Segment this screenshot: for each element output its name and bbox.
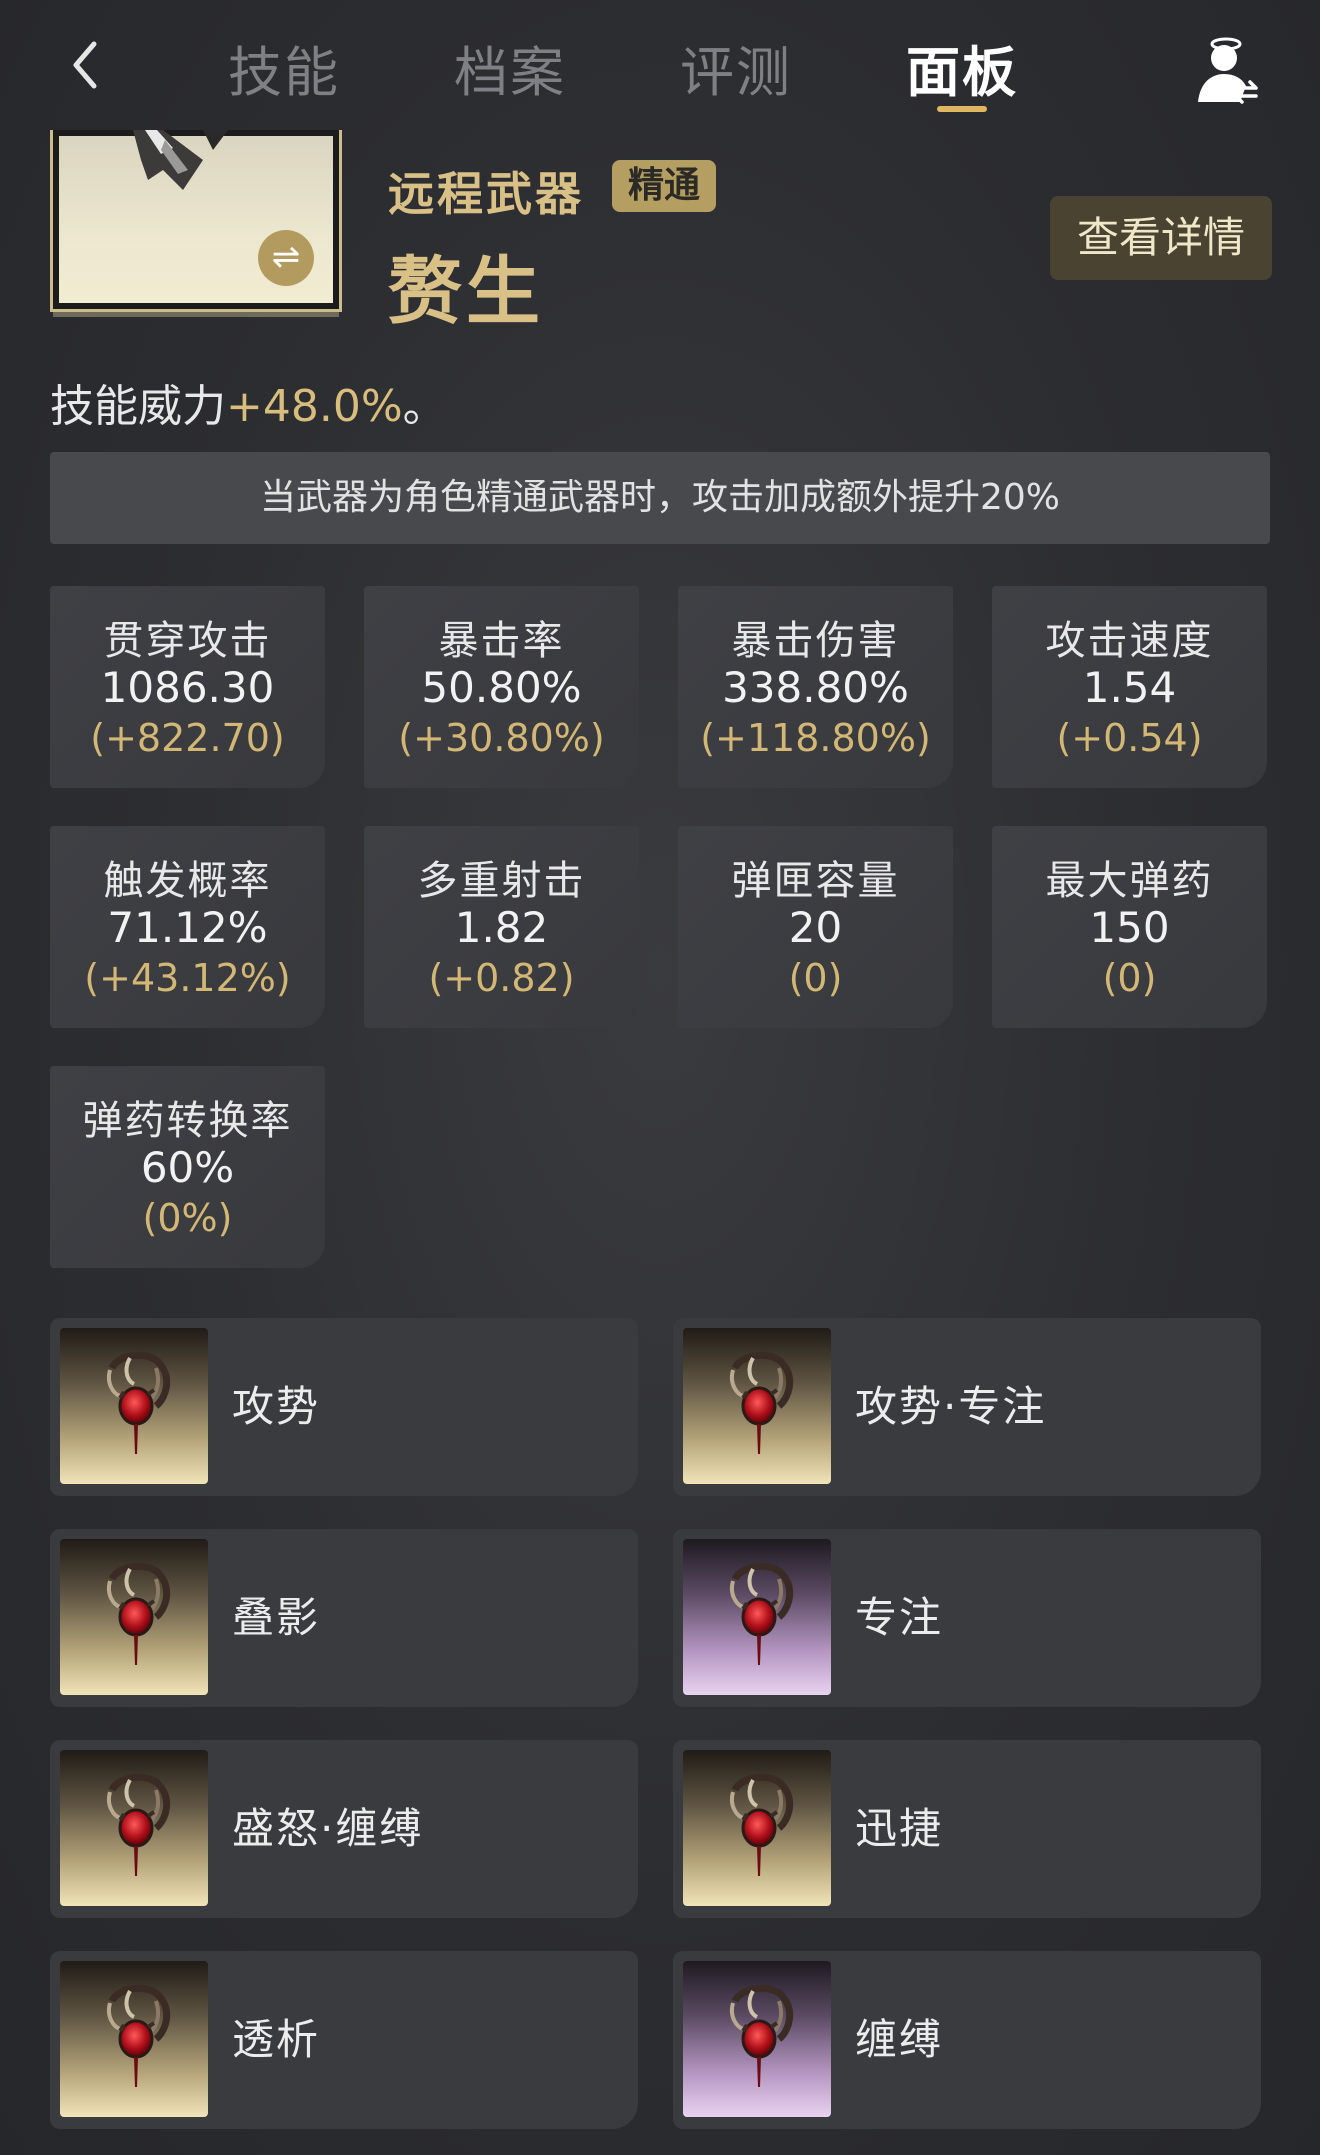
mod-item[interactable]: 攻势: [50, 1318, 638, 1496]
stat-value: 1.54: [1082, 663, 1177, 712]
mod-name: 叠影: [232, 1593, 321, 1642]
stat-value: 60%: [140, 1143, 235, 1192]
stat-value: 150: [1089, 903, 1170, 952]
stat-value: 50.80%: [421, 663, 582, 712]
mod-name: 盛怒·缠缚: [232, 1804, 424, 1853]
stat-bonus: (+0.54): [1056, 716, 1203, 760]
mod-name: 透析: [232, 2015, 321, 2064]
mod-item[interactable]: 专注: [673, 1529, 1261, 1707]
stat-label: 暴击率: [438, 618, 565, 664]
stat-label: 触发概率: [103, 858, 272, 904]
mod-item[interactable]: 盛怒·缠缚: [50, 1740, 638, 1918]
mod-name: 攻势: [232, 1382, 321, 1431]
mod-gem-icon: [60, 1750, 208, 1906]
weapon-type: 远程武器: [388, 167, 584, 221]
stat-bonus: (0): [788, 956, 843, 1000]
stat-bonus: (0): [1102, 956, 1157, 1000]
stat-card: 触发概率 71.12% (+43.12%): [50, 826, 325, 1028]
stat-bonus: (+30.80%): [398, 716, 605, 760]
swap-weapon-icon[interactable]: ⇌: [258, 230, 314, 286]
stat-bonus: (+0.82): [428, 956, 575, 1000]
stat-card: 多重射击 1.82 (+0.82): [364, 826, 639, 1028]
switch-character-button[interactable]: [1190, 30, 1262, 110]
stat-label: 多重射击: [417, 858, 586, 904]
skill-power-value: +48.0%: [226, 381, 403, 432]
mod-gem-icon: [683, 1961, 831, 2117]
mod-item[interactable]: 缠缚: [673, 1951, 1261, 2129]
tab-archive[interactable]: 档案: [454, 28, 566, 107]
mod-item[interactable]: 叠影: [50, 1529, 638, 1707]
mod-gem-icon: [683, 1750, 831, 1906]
skill-power-text: 技能威力+48.0%。: [50, 370, 447, 434]
stat-label: 攻击速度: [1045, 618, 1214, 664]
stat-bonus: (+43.12%): [84, 956, 291, 1000]
stat-value: 1086.30: [100, 663, 275, 712]
tab-skills[interactable]: 技能: [228, 28, 340, 107]
skill-power-label: 技能威力: [50, 381, 226, 432]
mod-name: 迅捷: [855, 1804, 944, 1853]
mod-name: 缠缚: [855, 2015, 944, 2064]
mod-gem-icon: [60, 1328, 208, 1484]
mastery-badge: 精通: [612, 160, 717, 212]
stat-card: 弹药转换率 60% (0%): [50, 1066, 325, 1268]
stat-label: 弹药转换率: [82, 1098, 293, 1144]
mod-name: 专注: [855, 1593, 944, 1642]
stat-label: 暴击伤害: [731, 618, 900, 664]
tab-review[interactable]: 评测: [680, 28, 792, 107]
active-tab-indicator: [937, 106, 987, 112]
stat-card: 最大弹药 150 (0): [992, 826, 1267, 1028]
weapon-image: [50, 130, 342, 312]
user-switch-icon: [1198, 37, 1258, 104]
stat-card: 暴击伤害 338.80% (+118.80%): [678, 586, 953, 788]
weapon-art-icon: [133, 130, 228, 190]
view-details-button[interactable]: 查看详情: [1050, 196, 1272, 280]
stat-bonus: (+118.80%): [700, 716, 931, 760]
mod-item[interactable]: 迅捷: [673, 1740, 1261, 1918]
chevron-left-icon: [73, 41, 97, 89]
mod-name: 攻势·专注: [855, 1382, 1047, 1431]
mod-gem-icon: [60, 1539, 208, 1695]
top-nav: 技能 档案 评测 面板: [0, 0, 1320, 135]
stat-card: 弹匣容量 20 (0): [678, 826, 953, 1028]
mod-gem-icon: [683, 1328, 831, 1484]
back-button[interactable]: [60, 30, 110, 100]
weapon-card[interactable]: ⇌: [50, 130, 342, 320]
skill-power-suffix: 。: [402, 381, 447, 432]
mod-gem-icon: [683, 1539, 831, 1695]
stat-label: 最大弹药: [1045, 858, 1214, 904]
mod-item[interactable]: 透析: [50, 1951, 638, 2129]
stat-value: 1.82: [454, 903, 549, 952]
stat-value: 338.80%: [722, 663, 909, 712]
mod-gem-icon: [60, 1961, 208, 2117]
stat-bonus: (+822.70): [90, 716, 285, 760]
stat-value: 20: [788, 903, 843, 952]
stat-card: 攻击速度 1.54 (+0.54): [992, 586, 1267, 788]
stat-card: 暴击率 50.80% (+30.80%): [364, 586, 639, 788]
stat-bonus: (0%): [142, 1196, 233, 1240]
tab-panel[interactable]: 面板: [906, 28, 1018, 107]
mastery-notice: 当武器为角色精通武器时，攻击加成额外提升20%: [50, 452, 1270, 544]
stat-label: 弹匣容量: [731, 858, 900, 904]
stat-card: 贯穿攻击 1086.30 (+822.70): [50, 586, 325, 788]
stat-label: 贯穿攻击: [103, 618, 272, 664]
stat-value: 71.12%: [107, 903, 268, 952]
weapon-name: 赘生: [388, 249, 544, 335]
mod-item[interactable]: 攻势·专注: [673, 1318, 1261, 1496]
